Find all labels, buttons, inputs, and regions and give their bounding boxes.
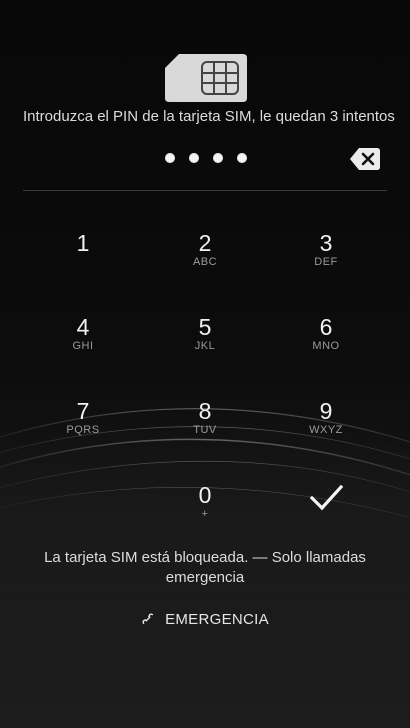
key-3[interactable]: 3 DEF: [281, 218, 371, 288]
pin-dot: [237, 153, 247, 163]
backspace-icon[interactable]: [350, 148, 380, 170]
confirm-pin-button[interactable]: [281, 470, 371, 526]
key-9[interactable]: 9 WXYZ: [281, 386, 371, 456]
key-letters: DEF: [314, 256, 338, 268]
key-letters: +: [201, 508, 209, 520]
key-digit: 0: [198, 482, 212, 508]
key-letters: JKL: [194, 340, 216, 352]
key-letters: MNO: [312, 340, 340, 352]
key-letters: WXYZ: [309, 424, 343, 436]
emergency-call-button[interactable]: EMERGENCIA: [130, 606, 280, 632]
key-7[interactable]: 7 PQRS: [38, 386, 128, 456]
key-digit: 2: [198, 230, 212, 256]
key-letters: GHI: [72, 340, 94, 352]
pin-dot: [213, 153, 223, 163]
checkmark-icon: [309, 484, 344, 511]
key-0[interactable]: 0 +: [160, 470, 250, 540]
key-digit: 8: [198, 398, 212, 424]
pin-dot: [189, 153, 199, 163]
key-digit: 1: [76, 230, 90, 256]
pin-entry-field[interactable]: [23, 140, 387, 176]
key-5[interactable]: 5 JKL: [160, 302, 250, 372]
key-digit: 9: [319, 398, 333, 424]
sim-locked-status: La tarjeta SIM está bloqueada. — Solo ll…: [44, 549, 366, 586]
sim-card-icon: [165, 54, 247, 102]
key-digit: 6: [319, 314, 333, 340]
key-digit: 3: [319, 230, 333, 256]
key-6[interactable]: 6 MNO: [281, 302, 371, 372]
emergency-label: EMERGENCIA: [165, 610, 269, 628]
key-digit: 5: [198, 314, 212, 340]
key-8[interactable]: 8 TUV: [160, 386, 250, 456]
divider: [23, 190, 387, 191]
key-letters: PQRS: [66, 424, 100, 436]
sim-pin-prompt: Introduzca el PIN de la tarjeta SIM, le …: [23, 108, 395, 125]
phone-icon: [142, 613, 154, 625]
sim-pin-lockscreen: Introduzca el PIN de la tarjeta SIM, le …: [0, 0, 410, 728]
key-digit: 4: [76, 314, 90, 340]
key-digit: 7: [76, 398, 90, 424]
key-2[interactable]: 2 ABC: [160, 218, 250, 288]
key-1[interactable]: 1: [38, 218, 128, 288]
key-letters: ABC: [192, 256, 218, 268]
pin-dot: [165, 153, 175, 163]
key-4[interactable]: 4 GHI: [38, 302, 128, 372]
pin-dots: [165, 153, 247, 163]
key-letters: TUV: [193, 424, 217, 436]
